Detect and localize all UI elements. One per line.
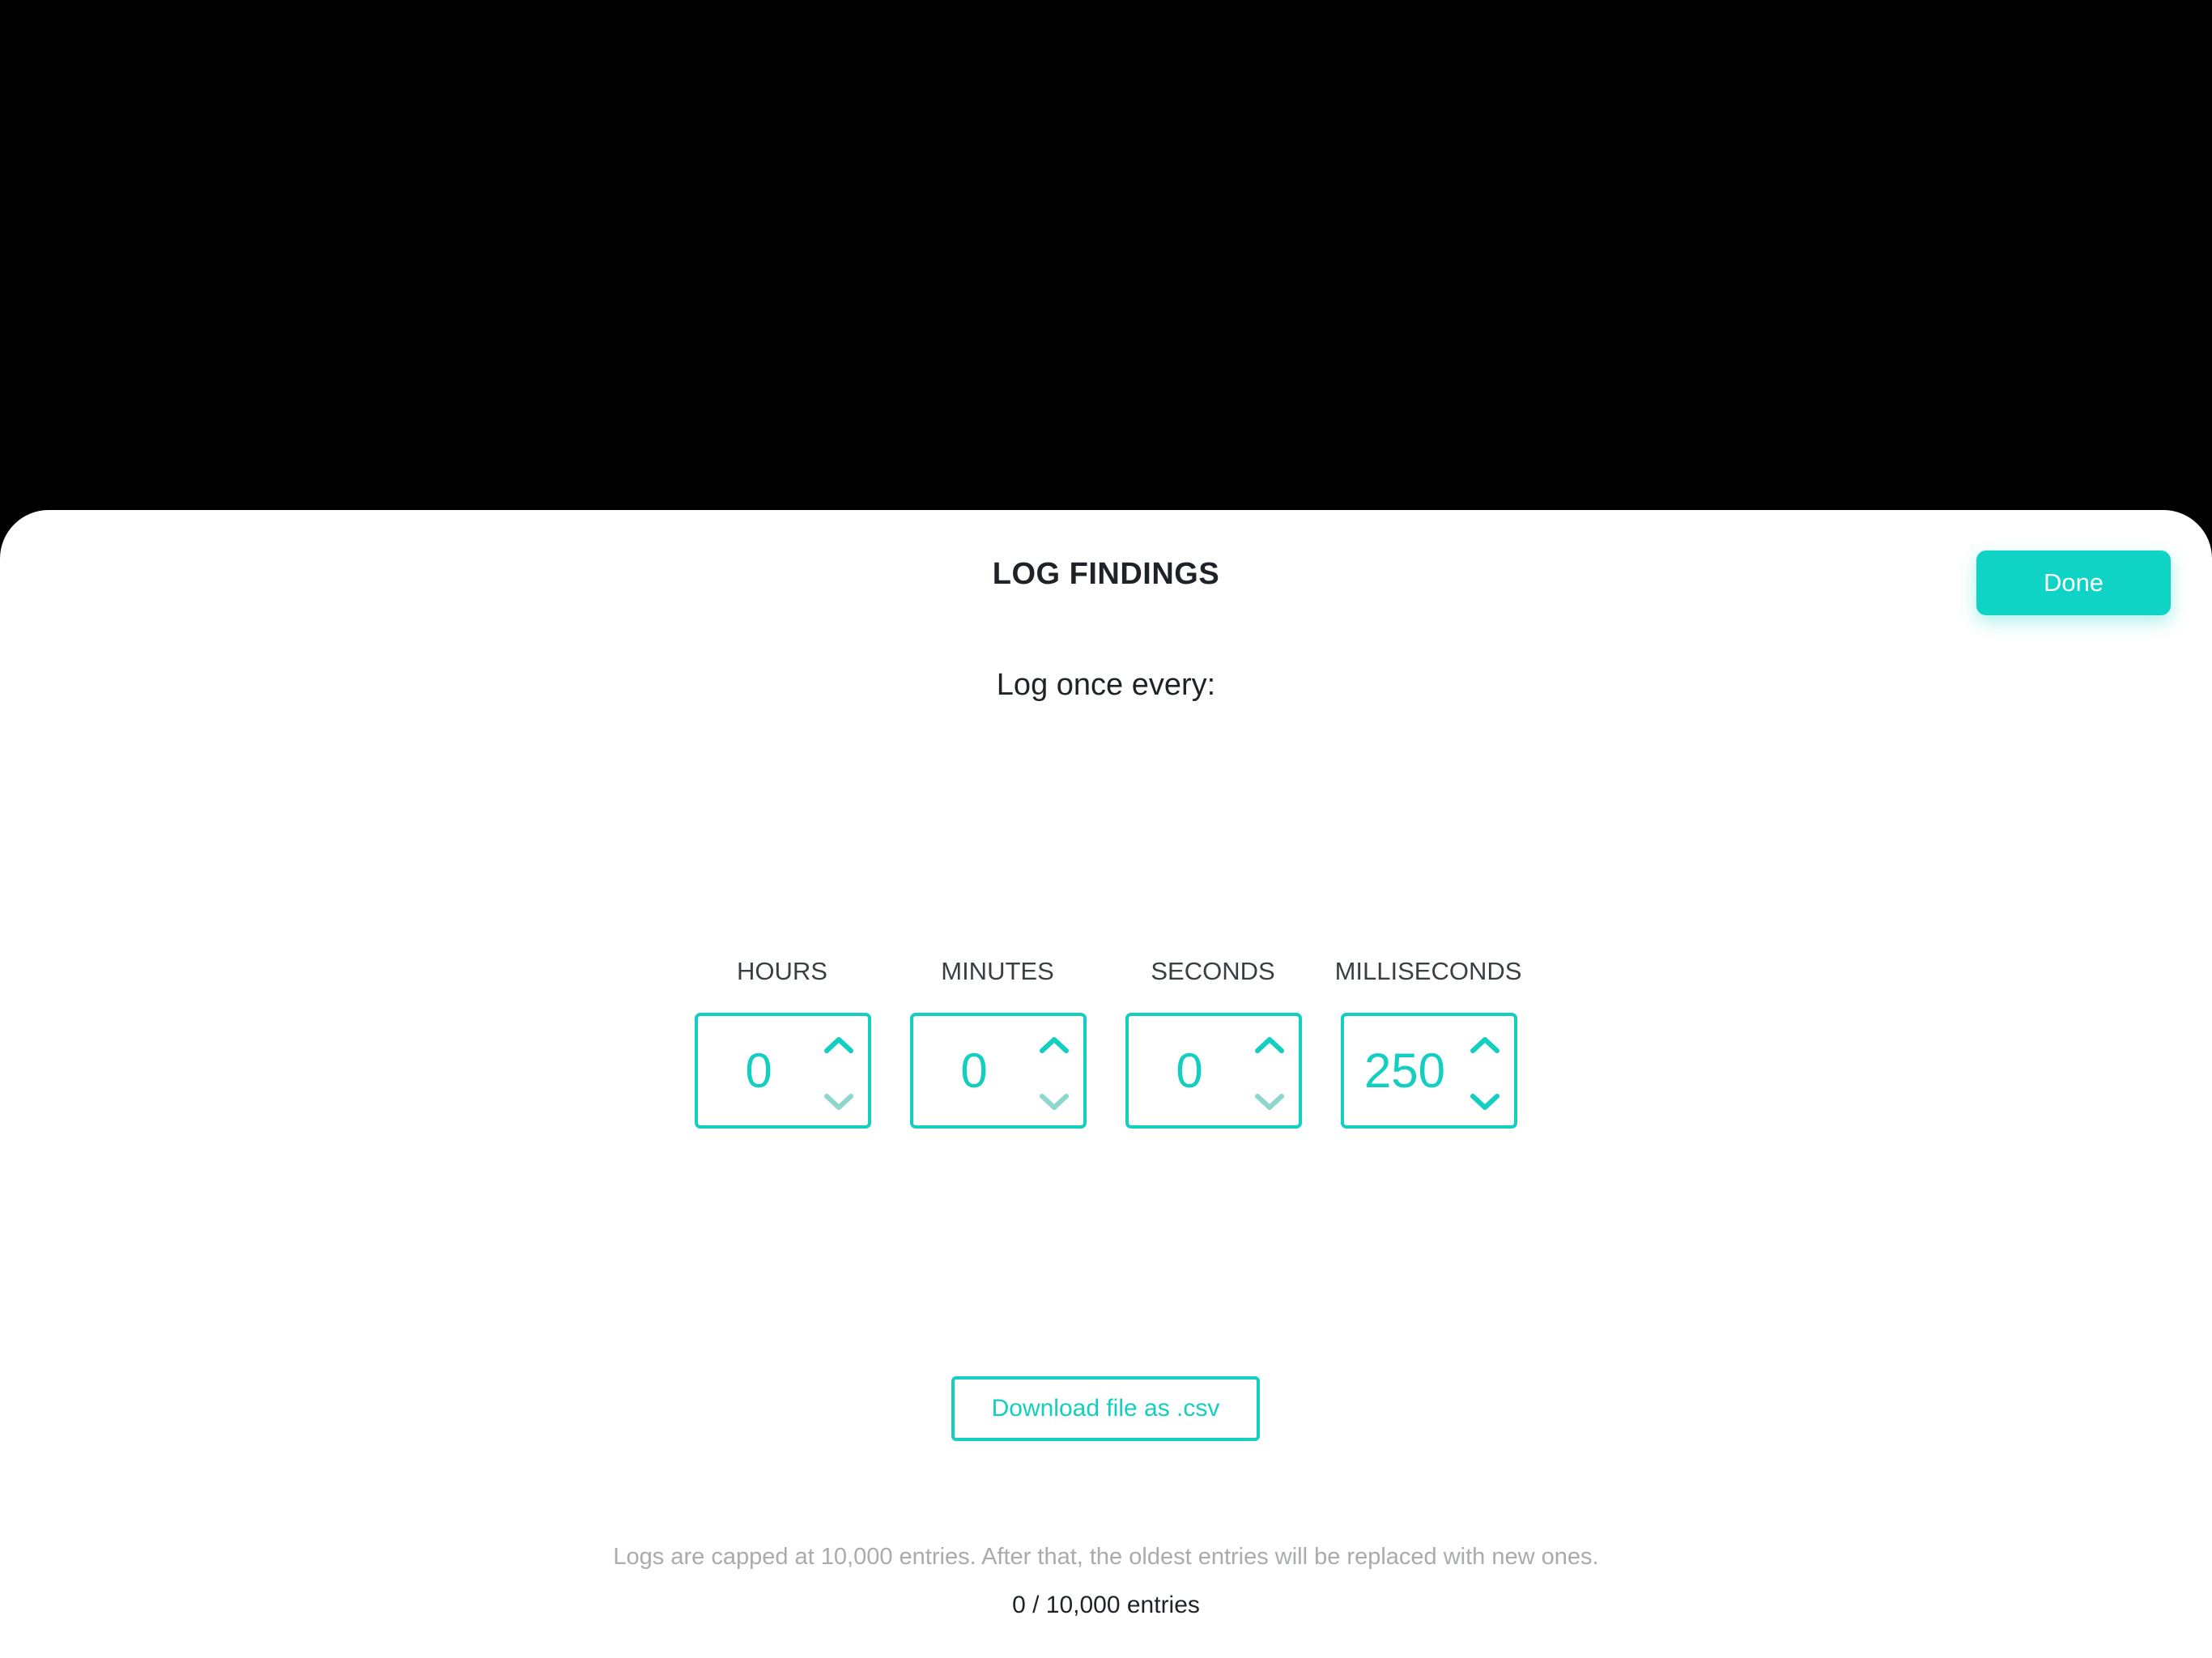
log-cap-note: Logs are capped at 10,000 entries. After… (613, 1544, 1599, 1570)
interval-prompt: Log once every: (996, 668, 1216, 702)
log-findings-sheet: LOG FINDINGS Done Log once every: HOURS … (0, 510, 2212, 1658)
chevron-up-icon[interactable] (1252, 1031, 1287, 1058)
download-csv-button[interactable]: Download file as .csv (951, 1376, 1260, 1441)
minutes-label: MINUTES (941, 957, 1054, 985)
seconds-unit: SECONDS 0 (1108, 955, 1318, 1129)
minutes-unit: MINUTES 0 (892, 955, 1103, 1129)
chevron-up-icon[interactable] (1036, 1031, 1072, 1058)
milliseconds-unit: MILLISECONDS 250 (1323, 955, 1534, 1129)
chevron-up-icon[interactable] (821, 1031, 857, 1058)
sheet-title: LOG FINDINGS (992, 557, 1220, 591)
seconds-label: SECONDS (1151, 957, 1275, 985)
minutes-value[interactable]: 0 (913, 1016, 1035, 1125)
chevron-down-icon[interactable] (1252, 1089, 1287, 1116)
chevron-down-icon[interactable] (821, 1089, 857, 1116)
seconds-value[interactable]: 0 (1129, 1016, 1250, 1125)
chevron-up-icon[interactable] (1467, 1031, 1503, 1058)
milliseconds-value[interactable]: 250 (1344, 1016, 1465, 1125)
chevron-down-icon[interactable] (1036, 1089, 1072, 1116)
hours-unit: HOURS 0 (677, 955, 887, 1129)
seconds-stepper[interactable]: 0 (1125, 1013, 1302, 1129)
minutes-stepper[interactable]: 0 (910, 1013, 1087, 1129)
milliseconds-label: MILLISECONDS (1334, 957, 1522, 985)
hours-stepper[interactable]: 0 (695, 1013, 871, 1129)
chevron-down-icon[interactable] (1467, 1089, 1503, 1116)
done-button[interactable]: Done (1976, 551, 2171, 615)
hours-value[interactable]: 0 (698, 1016, 819, 1125)
entry-count: 0 / 10,000 entries (1012, 1592, 1200, 1618)
hours-label: HOURS (737, 957, 827, 985)
milliseconds-stepper[interactable]: 250 (1341, 1013, 1517, 1129)
